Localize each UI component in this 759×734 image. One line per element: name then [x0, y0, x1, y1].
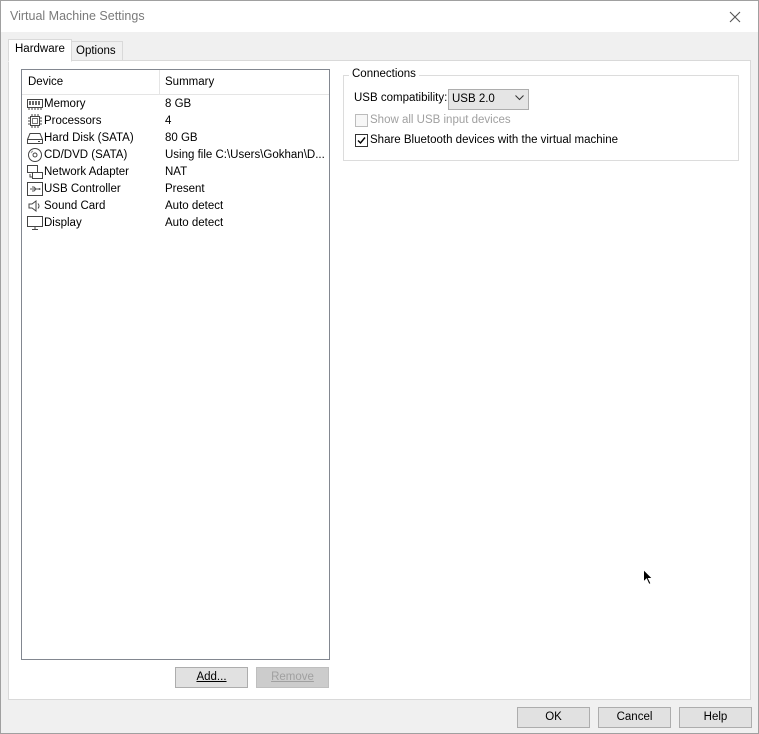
virtual-machine-settings-window: Virtual Machine Settings Hardware Option…	[0, 0, 759, 734]
tab-options[interactable]: Options	[69, 41, 123, 62]
usb-compatibility-select[interactable]: USB 2.0	[448, 89, 529, 110]
window-title: Virtual Machine Settings	[10, 9, 145, 23]
connections-legend: Connections	[349, 68, 419, 80]
memory-icon	[27, 99, 43, 110]
device-row-display[interactable]: Display Auto detect	[22, 215, 329, 232]
column-header-summary[interactable]: Summary	[165, 76, 214, 88]
checkmark-icon	[357, 137, 366, 145]
tab-hardware[interactable]: Hardware	[8, 39, 72, 62]
connections-groupbox: Connections USB compatibility: USB 2.0 S…	[343, 68, 739, 161]
usb-compatibility-value: USB 2.0	[452, 93, 495, 105]
column-header-device[interactable]: Device	[28, 76, 63, 88]
device-summary: 80 GB	[165, 132, 198, 144]
device-name: Display	[44, 217, 82, 229]
show-all-usb-label: Show all USB input devices	[370, 114, 511, 126]
device-list-header: Device Summary	[22, 70, 329, 95]
device-summary: 4	[165, 115, 172, 127]
device-summary: Present	[165, 183, 205, 195]
ok-button[interactable]: OK	[517, 707, 590, 728]
help-button-label: Help	[703, 711, 728, 723]
add-button[interactable]: Add...	[175, 667, 248, 688]
device-name: Hard Disk (SATA)	[44, 132, 134, 144]
help-button[interactable]: Help	[679, 707, 752, 728]
ok-button-label: OK	[545, 711, 562, 723]
hardware-tab-panel: Device Summary Memory 8 GB Processors 4 …	[8, 60, 751, 700]
device-row-usb-controller[interactable]: USB Controller Present	[22, 181, 329, 198]
device-name: Sound Card	[44, 200, 106, 212]
share-bluetooth-label: Share Bluetooth devices with the virtual…	[370, 134, 619, 146]
processor-icon	[28, 114, 42, 128]
sound-card-icon	[28, 200, 40, 212]
cancel-button-label: Cancel	[616, 711, 653, 723]
tab-hardware-label: Hardware	[15, 43, 65, 55]
device-row-processors[interactable]: Processors 4	[22, 113, 329, 130]
device-summary: Using file C:\Users\Gokhan\D...	[165, 149, 325, 161]
device-name: Network Adapter	[44, 166, 130, 178]
show-all-usb-checkbox[interactable]	[355, 114, 368, 127]
device-name: CD/DVD (SATA)	[44, 149, 128, 161]
display-icon	[27, 216, 43, 230]
chevron-down-icon	[515, 95, 524, 101]
remove-button-label: Remove	[271, 671, 314, 683]
device-name: Memory	[44, 98, 86, 110]
device-summary: 8 GB	[165, 98, 192, 110]
tab-options-label: Options	[76, 45, 116, 57]
cancel-button[interactable]: Cancel	[598, 707, 671, 728]
mouse-cursor-icon	[643, 569, 654, 586]
network-adapter-icon	[27, 165, 43, 179]
title-bar: Virtual Machine Settings	[1, 1, 758, 32]
device-row-memory[interactable]: Memory 8 GB	[22, 96, 329, 113]
hard-disk-icon	[27, 133, 43, 144]
device-summary: Auto detect	[165, 200, 224, 212]
device-list[interactable]: Device Summary Memory 8 GB Processors 4 …	[21, 69, 330, 660]
device-row-sound-card[interactable]: Sound Card Auto detect	[22, 198, 329, 215]
device-summary: Auto detect	[165, 217, 224, 229]
device-name: Processors	[44, 115, 102, 127]
share-bluetooth-checkbox[interactable]	[355, 134, 368, 147]
usb-icon	[27, 182, 43, 196]
remove-button[interactable]: Remove	[256, 667, 329, 688]
close-icon	[729, 11, 741, 22]
device-row-network-adapter[interactable]: Network Adapter NAT	[22, 164, 329, 181]
cd-dvd-icon	[28, 148, 42, 162]
add-button-label: Add...	[196, 671, 227, 683]
usb-compatibility-label: USB compatibility:	[354, 92, 448, 104]
device-row-hard-disk[interactable]: Hard Disk (SATA) 80 GB	[22, 130, 329, 147]
close-button[interactable]	[712, 1, 758, 32]
device-summary: NAT	[165, 166, 188, 178]
device-row-cd-dvd[interactable]: CD/DVD (SATA) Using file C:\Users\Gokhan…	[22, 147, 329, 164]
column-divider[interactable]	[159, 70, 160, 94]
device-name: USB Controller	[44, 183, 121, 195]
